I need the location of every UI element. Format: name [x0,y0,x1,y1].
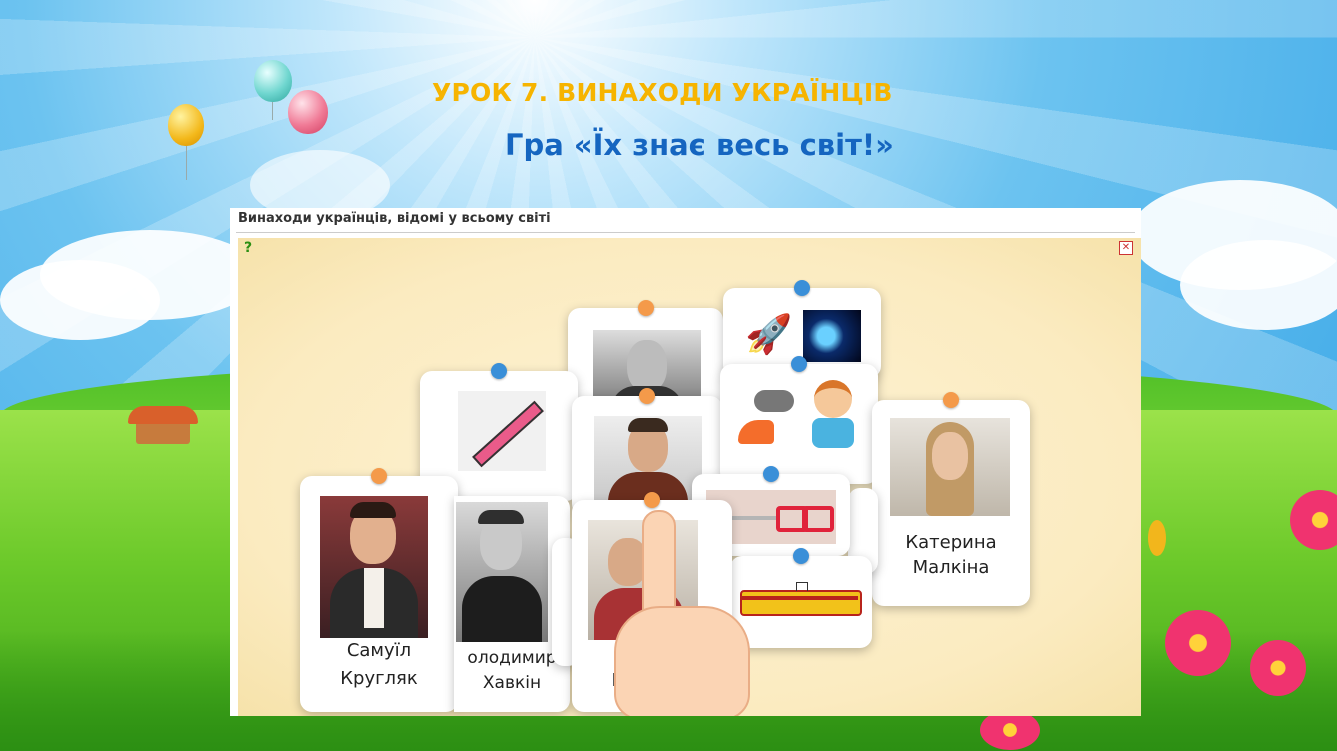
game-board: ? ✕ 🚀 Катерина Малкіна Самуїл Кругляк ол… [238,238,1141,716]
satellite-photo [803,310,861,362]
pointing-hand-icon [612,510,762,716]
portrait-photo [594,416,702,502]
portrait-photo [456,502,548,642]
iron-icon [738,420,774,444]
pin-icon [763,466,779,482]
pin-icon [491,363,507,379]
card-name-line2: Малкіна [912,557,990,578]
rocket-icon: 🚀 [745,312,793,356]
pin-icon [791,356,807,372]
flower-icon [1148,520,1166,556]
card-kateryna-malkina[interactable]: Катерина Малкіна [872,392,1030,606]
flower-icon [1250,640,1306,696]
game-subtitle: Гра «Їх знає весь світ!» [505,128,894,162]
pin-icon [794,280,810,296]
frame-title: Винаходи українців, відомі у всьому світ… [238,211,551,226]
teal-balloon-icon [254,60,292,102]
cloud [0,260,160,340]
help-question-icon[interactable]: ? [240,240,256,256]
pin-icon [793,548,809,564]
yellow-balloon-icon [168,104,204,146]
portrait-photo [890,418,1010,516]
balloon-string [186,140,187,180]
card-iron-child[interactable] [720,356,878,484]
card-name-line2: Кругляк [340,668,418,689]
card-samuil-kruhliak[interactable]: Самуїл Кругляк [300,468,458,712]
pin-icon [371,468,387,484]
flower-icon [980,710,1040,750]
embedded-game-frame: Винаходи українців, відомі у всьому світ… [230,208,1141,716]
lesson-title: УРОК 7. ВИНАХОДИ УКРАЇНЦІВ [432,78,893,107]
frame-divider [236,232,1135,233]
pink-balloon-icon [288,90,328,134]
pin-icon [644,492,660,508]
cloud-icon [754,390,794,412]
syringe-icon [458,391,546,471]
portrait-photo [320,496,428,638]
balloon-string [272,100,273,120]
card-name-line1: Самуїл [346,640,412,661]
flower-icon [1165,610,1231,676]
pin-icon [639,388,655,404]
child-icon [808,380,856,458]
cloud [1180,240,1337,330]
pin-icon [637,300,654,316]
card-name-line1: Катерина [905,532,997,553]
close-fullscreen-icon[interactable]: ✕ [1119,241,1133,255]
hut-icon [128,406,198,446]
pin-icon [943,392,959,408]
